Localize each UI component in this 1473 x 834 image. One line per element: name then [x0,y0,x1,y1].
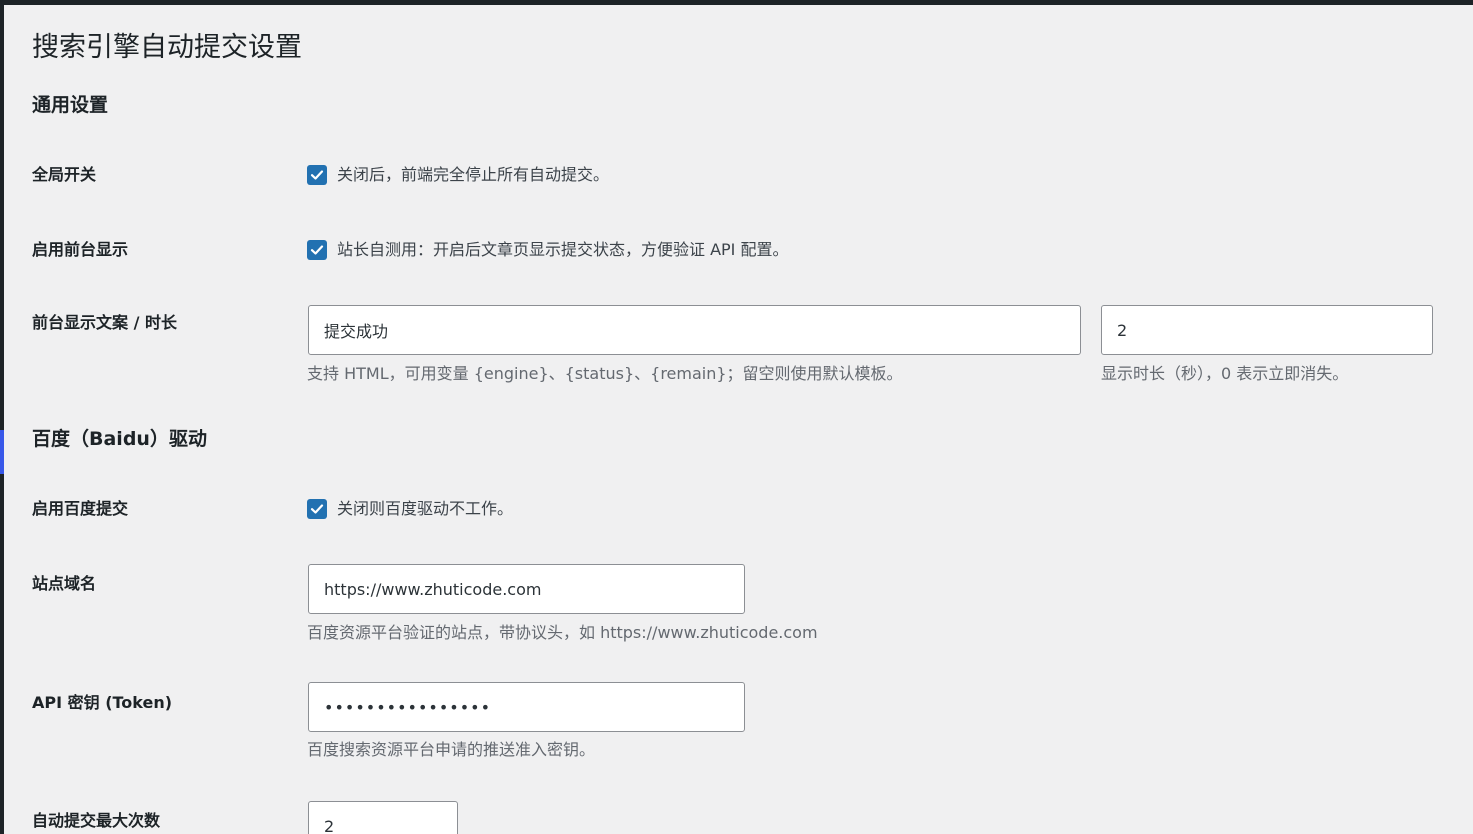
baidu-enable-field[interactable]: 关闭则百度驱动不工作。 [307,498,513,520]
api-token-input[interactable] [308,682,745,732]
frontend-display-description: 站长自测用：开启后文章页显示提交状态，方便验证 API 配置。 [337,240,789,259]
site-domain-label: 站点域名 [32,574,97,593]
api-token-description: 百度搜索资源平台申请的推送准入密钥。 [307,740,596,759]
display-text-label: 前台显示文案 / 时长 [32,313,177,332]
api-token-label: API 密钥 (Token) [32,693,173,712]
checkmark-icon [310,170,324,180]
checkmark-icon [310,245,324,255]
global-switch-checkbox[interactable] [307,165,327,185]
frontend-display-field[interactable]: 站长自测用：开启后文章页显示提交状态，方便验证 API 配置。 [307,239,789,261]
display-text-input[interactable] [308,305,1081,355]
section-title-general: 通用设置 [32,94,109,116]
baidu-enable-label: 启用百度提交 [32,499,129,518]
baidu-enable-description: 关闭则百度驱动不工作。 [337,499,514,518]
checkmark-icon [310,504,324,514]
global-switch-label: 全局开关 [32,165,97,184]
global-switch-description: 关闭后，前端完全停止所有自动提交。 [337,165,610,184]
baidu-enable-checkbox[interactable] [307,499,327,519]
max-submits-input[interactable] [308,801,458,834]
display-duration-input[interactable] [1101,305,1433,355]
max-submits-label: 自动提交最大次数 [32,811,161,830]
settings-page: 搜索引擎自动提交设置 通用设置 全局开关 关闭后，前端完全停止所有自动提交。 启… [4,5,1473,834]
display-duration-description: 显示时长（秒），0 表示立即消失。 [1101,364,1349,383]
section-title-baidu: 百度（Baidu）驱动 [32,428,207,450]
page-title: 搜索引擎自动提交设置 [32,32,302,63]
display-text-description: 支持 HTML，可用变量 {engine}、{status}、{remain}；… [307,364,903,383]
global-switch-field[interactable]: 关闭后，前端完全停止所有自动提交。 [307,164,609,186]
frontend-display-checkbox[interactable] [307,240,327,260]
frontend-display-label: 启用前台显示 [32,240,129,259]
site-domain-input[interactable] [308,564,745,614]
site-domain-description: 百度资源平台验证的站点，带协议头，如 https://www.zhuticode… [307,623,818,642]
